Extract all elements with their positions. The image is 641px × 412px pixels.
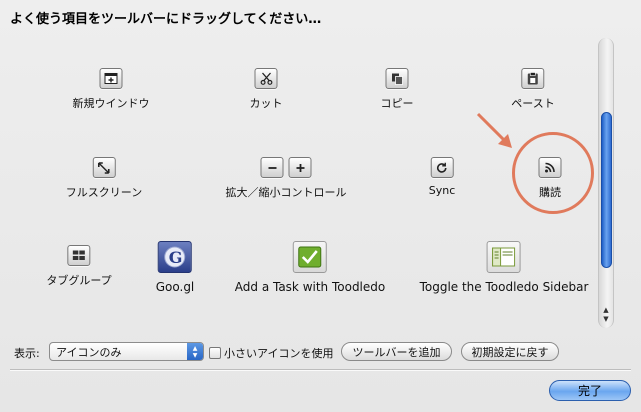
bottom-controls: 表示: アイコンのみ ▲ ▼ 小さいアイコンを使用 ツールバーを追加 初期設定に戻… bbox=[0, 340, 641, 364]
palette-item-tab-groups[interactable]: タブグループ bbox=[46, 245, 112, 288]
copy-icon bbox=[385, 68, 409, 89]
zoom-out-icon bbox=[260, 157, 284, 178]
scrollbar-arrows[interactable]: ▲ ▼ bbox=[599, 306, 613, 324]
zoom-in-icon bbox=[288, 157, 312, 178]
show-mode-value: アイコンのみ bbox=[56, 345, 122, 359]
restore-default-button[interactable]: 初期設定に戻す bbox=[461, 342, 559, 361]
divider bbox=[10, 369, 631, 370]
select-arrows-icon: ▲ ▼ bbox=[187, 343, 203, 360]
palette-item-label: タブグループ bbox=[46, 274, 112, 287]
palette-item-paste[interactable]: ペースト bbox=[511, 68, 555, 111]
palette-item-label: カット bbox=[249, 97, 283, 110]
palette-item-toodledo-task[interactable]: Add a Task with Toodledo bbox=[235, 241, 385, 294]
palette-item-label: 新規ウインドウ bbox=[72, 97, 150, 110]
palette-item-label: 拡大／縮小コントロール bbox=[225, 186, 347, 199]
small-icons-label: 小さいアイコンを使用 bbox=[224, 347, 334, 360]
palette-item-cut[interactable]: カット bbox=[250, 68, 283, 111]
palette-item-label: コピー bbox=[380, 97, 414, 110]
dialog-heading: よく使う項目をツールバーにドラッグしてください… bbox=[10, 12, 322, 27]
done-button[interactable]: 完了 bbox=[549, 380, 631, 401]
zoom-controls-icon bbox=[260, 157, 312, 178]
palette-item-label: Goo.gl bbox=[155, 280, 195, 294]
fullscreen-icon bbox=[92, 157, 116, 178]
clipboard-icon bbox=[521, 68, 545, 89]
palette-item-label: Add a Task with Toodledo bbox=[234, 280, 386, 294]
palette-scrollbar[interactable]: ▲ ▼ bbox=[598, 38, 614, 328]
customize-toolbar-sheet: よく使う項目をツールバーにドラッグしてください… 新規ウインドウ カット コピー bbox=[0, 0, 641, 412]
google-icon: G bbox=[157, 241, 192, 273]
show-mode-select[interactable]: アイコンのみ ▲ ▼ bbox=[49, 342, 204, 361]
scroll-down-arrow-icon[interactable]: ▼ bbox=[599, 315, 613, 324]
small-icons-option[interactable]: 小さいアイコンを使用 bbox=[209, 345, 333, 361]
palette-item-fullscreen[interactable]: フルスクリーン bbox=[66, 157, 142, 200]
add-toolbar-button[interactable]: ツールバーを追加 bbox=[341, 342, 452, 361]
annotation-highlight-circle bbox=[512, 132, 594, 214]
toolbar-item-palette: 新規ウインドウ カット コピー ペースト フルスクリーン 拡大／縮小コントロール… bbox=[0, 30, 600, 330]
sync-icon bbox=[430, 157, 454, 178]
svg-text:G: G bbox=[169, 248, 183, 267]
palette-item-new-window[interactable]: 新規ウインドウ bbox=[73, 68, 150, 111]
small-icons-checkbox[interactable] bbox=[209, 347, 221, 359]
palette-item-zoom-controls[interactable]: 拡大／縮小コントロール bbox=[226, 157, 347, 200]
palette-item-copy[interactable]: コピー bbox=[381, 68, 414, 111]
palette-item-label: フルスクリーン bbox=[65, 186, 143, 199]
checkmark-icon bbox=[293, 241, 327, 273]
sidebar-icon bbox=[487, 241, 521, 273]
palette-item-label: Toggle the Toodledo Sidebar bbox=[419, 280, 589, 294]
palette-item-googl[interactable]: G Goo.gl bbox=[155, 241, 195, 294]
new-window-icon bbox=[99, 68, 123, 89]
palette-item-toodledo-sidebar[interactable]: Toggle the Toodledo Sidebar bbox=[419, 241, 589, 294]
palette-item-sync[interactable]: Sync bbox=[428, 157, 456, 197]
tab-groups-icon bbox=[67, 245, 91, 266]
show-label: 表示: bbox=[14, 347, 40, 360]
scissors-icon bbox=[254, 68, 278, 89]
scroll-up-arrow-icon[interactable]: ▲ bbox=[599, 306, 613, 315]
palette-item-label: Sync bbox=[428, 184, 456, 197]
scrollbar-thumb[interactable] bbox=[601, 112, 612, 268]
